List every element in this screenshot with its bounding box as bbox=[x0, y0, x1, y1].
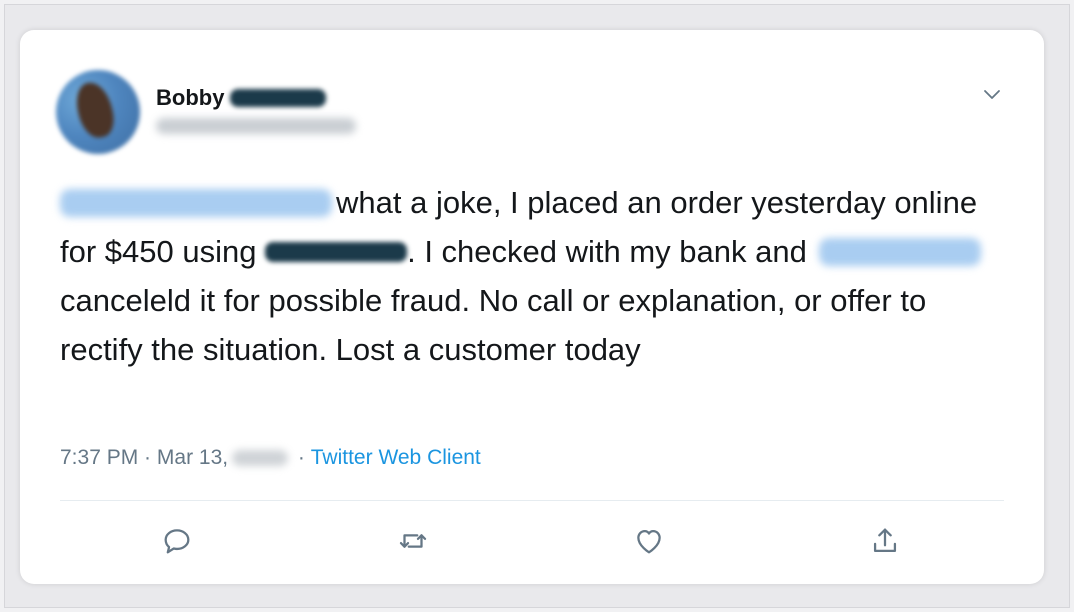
author-row: Bobby bbox=[156, 84, 327, 112]
tweet-date[interactable]: Mar 13, bbox=[157, 446, 228, 470]
retweet-button[interactable] bbox=[396, 524, 430, 558]
tweet-text-part-3: canceleld it for possible fraud. No call… bbox=[60, 283, 927, 367]
redacted-mention[interactable] bbox=[60, 189, 332, 217]
retweet-icon bbox=[399, 534, 427, 548]
reply-button[interactable] bbox=[160, 524, 194, 558]
tweet-source-link[interactable]: Twitter Web Client bbox=[311, 446, 481, 470]
author-display-name[interactable]: Bobby bbox=[156, 85, 224, 111]
tweet-meta: 7:37 PM · Mar 13, · Twitter Web Client bbox=[60, 446, 481, 470]
redacted-year bbox=[232, 450, 289, 466]
avatar-figure bbox=[72, 79, 118, 141]
like-icon bbox=[637, 529, 661, 554]
like-button[interactable] bbox=[632, 524, 666, 558]
tweet-text: what a joke, I placed an order yesterday… bbox=[60, 178, 1000, 374]
redacted-hashtag[interactable] bbox=[819, 238, 982, 266]
meta-separator: · bbox=[138, 446, 157, 469]
tweet-text-part-2: . I checked with my bank and bbox=[407, 234, 816, 269]
redacted-brand bbox=[265, 242, 408, 262]
tweet-card: Bobby what a joke, I placed an order yes… bbox=[20, 30, 1044, 584]
source-separator: · bbox=[292, 446, 311, 469]
avatar[interactable] bbox=[56, 70, 140, 154]
redacted-handle bbox=[156, 118, 356, 134]
tweet-time[interactable]: 7:37 PM bbox=[60, 446, 138, 470]
share-button[interactable] bbox=[868, 524, 902, 558]
share-icon bbox=[873, 528, 897, 553]
reply-icon bbox=[164, 529, 190, 554]
chevron-down-icon[interactable] bbox=[980, 82, 1004, 106]
redacted-surname bbox=[230, 89, 327, 107]
divider bbox=[60, 500, 1004, 501]
